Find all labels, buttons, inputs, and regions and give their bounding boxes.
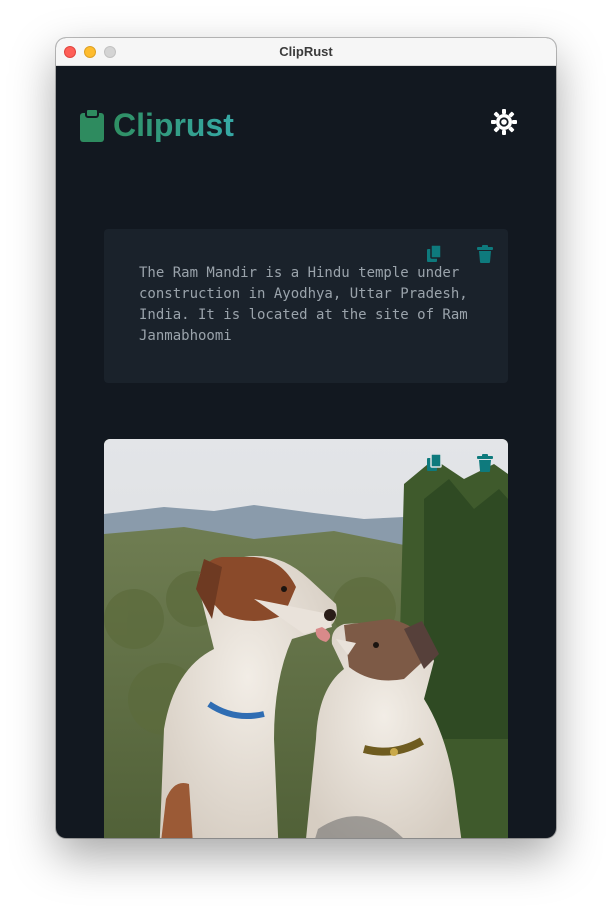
- delete-button[interactable]: [475, 453, 495, 473]
- delete-icon: [477, 454, 493, 472]
- sun-icon: [491, 109, 517, 135]
- copy-icon: [427, 244, 442, 262]
- delete-button[interactable]: [475, 244, 495, 264]
- brand-name: Cliprust: [113, 107, 234, 143]
- brand: Cliprust: [80, 108, 234, 142]
- app-window: ClipRust Cliprust The Ram Mandir is a Hi…: [56, 38, 556, 838]
- clip-card-image[interactable]: [104, 439, 508, 838]
- clip-card-text[interactable]: The Ram Mandir is a Hindu temple under c…: [104, 229, 508, 383]
- clip-image: [104, 439, 508, 838]
- delete-icon: [477, 245, 493, 263]
- copy-icon: [427, 453, 442, 471]
- theme-toggle-button[interactable]: [490, 108, 518, 136]
- app-content: Cliprust The Ram Mandir is a Hindu templ…: [56, 66, 556, 838]
- copy-button[interactable]: [424, 244, 444, 264]
- title-bar: ClipRust: [56, 38, 556, 66]
- window-title: ClipRust: [279, 44, 333, 59]
- clipboard-icon: [80, 108, 104, 142]
- copy-button[interactable]: [424, 453, 444, 473]
- clip-text: The Ram Mandir is a Hindu temple under c…: [139, 265, 468, 344]
